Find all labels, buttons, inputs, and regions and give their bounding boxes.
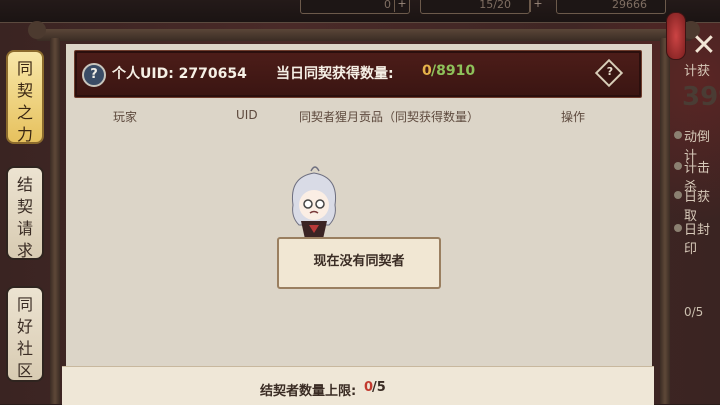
resource-counter: 15/20 (420, 0, 530, 14)
column-header-player: 玩家 (113, 110, 138, 124)
add-resource-button[interactable]: + (394, 0, 409, 12)
column-header-tribute: 同契者猩月贡品（同契获得数量） (299, 110, 480, 124)
frame-post-right (660, 38, 670, 404)
bullet-icon (674, 162, 682, 170)
bottom-bar (62, 366, 654, 405)
main-panel (66, 44, 652, 404)
empty-state-message: 现在没有同契者 (277, 237, 441, 289)
column-header-uid: UID (236, 108, 258, 122)
info-diamond-glyph: ? (606, 65, 614, 78)
bullet-icon (674, 191, 682, 199)
column-header-action: 操作 (561, 110, 586, 124)
frame-top-beam (28, 21, 700, 41)
resource-counter: 29666 (556, 0, 666, 14)
daily-count-label: 当日同契获得数量: (276, 66, 394, 82)
empty-state-character (291, 166, 337, 239)
daily-count-max: /8910 (431, 63, 476, 79)
bullet-icon (674, 224, 682, 232)
lantern-decoration (666, 12, 686, 60)
frame-post-left (50, 38, 60, 404)
tab-contract-power[interactable]: 同 契 之 力 (6, 50, 44, 144)
personal-uid: 个人UID: 2770654 (112, 66, 247, 82)
add-resource-button[interactable]: + (530, 0, 545, 12)
partner-cap-max: /5 (372, 380, 386, 395)
help-icon[interactable]: ? (82, 63, 106, 87)
bg-panel-number: 399 (682, 82, 720, 112)
close-icon[interactable]: ✕ (688, 30, 720, 62)
resource-bar: 0 + 15/20 + 29666 (0, 0, 720, 23)
bg-panel-line: 日封印 (684, 223, 711, 257)
bullet-icon (674, 131, 682, 139)
tab-community[interactable]: 同 好 社 区 (6, 286, 44, 382)
tab-contract-requests[interactable]: 结 契 请 求 (6, 166, 44, 260)
bg-panel-count: 0/5 (684, 305, 704, 319)
partner-cap-label: 结契者数量上限: (260, 384, 357, 399)
